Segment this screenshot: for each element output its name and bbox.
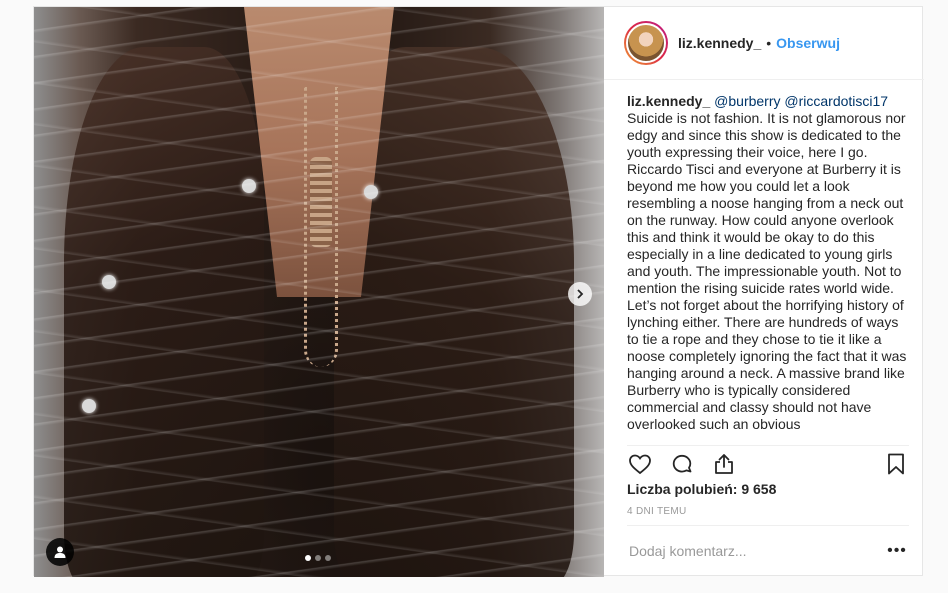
follow-button[interactable]: Obserwuj: [776, 35, 840, 51]
photo-detail: [34, 7, 604, 577]
caption: liz.kennedy_ @burberry @riccardotisci17 …: [627, 93, 909, 437]
comment-input[interactable]: [627, 542, 885, 559]
post-photo[interactable]: [34, 7, 604, 577]
post-timestamp[interactable]: 4 DNI TEMU: [627, 506, 687, 517]
save-button[interactable]: [883, 451, 909, 477]
instagram-post: liz.kennedy_ • Obserwuj liz.kennedy_ @bu…: [33, 6, 924, 577]
comment-icon: [672, 454, 692, 472]
share-icon: [715, 453, 733, 474]
heart-icon: [629, 454, 651, 474]
carousel-dot: [325, 555, 331, 561]
username-link[interactable]: liz.kennedy_: [678, 35, 761, 51]
likes-count[interactable]: Liczba polubień: 9 658: [627, 481, 776, 497]
carousel-indicator: [305, 555, 331, 561]
share-button[interactable]: [711, 451, 737, 477]
mention-burberry[interactable]: @burberry: [714, 93, 780, 109]
caption-text: Suicide is not fashion. It is not glamor…: [627, 110, 907, 432]
caption-username[interactable]: liz.kennedy_: [627, 93, 710, 109]
post-sidebar: liz.kennedy_ • Obserwuj liz.kennedy_ @bu…: [604, 7, 924, 577]
post-header: liz.kennedy_ • Obserwuj: [604, 7, 924, 80]
like-button[interactable]: [627, 451, 653, 477]
carousel-dot: [315, 555, 321, 561]
avatar[interactable]: [624, 21, 668, 65]
comment-bar: •••: [627, 525, 909, 575]
user-tag-icon: [54, 546, 66, 558]
chevron-right-icon: [577, 289, 584, 299]
bookmark-icon: [888, 453, 904, 474]
user-tag-button[interactable]: [46, 538, 74, 566]
action-bar: [627, 445, 909, 477]
more-options-button[interactable]: •••: [885, 539, 909, 563]
comment-button[interactable]: [669, 451, 695, 477]
mention-riccardotisci[interactable]: @riccardotisci17: [784, 93, 888, 109]
carousel-dot: [305, 555, 311, 561]
separator-dot: •: [766, 35, 772, 51]
avatar-image: [626, 23, 666, 63]
carousel-next-button[interactable]: [568, 282, 592, 306]
